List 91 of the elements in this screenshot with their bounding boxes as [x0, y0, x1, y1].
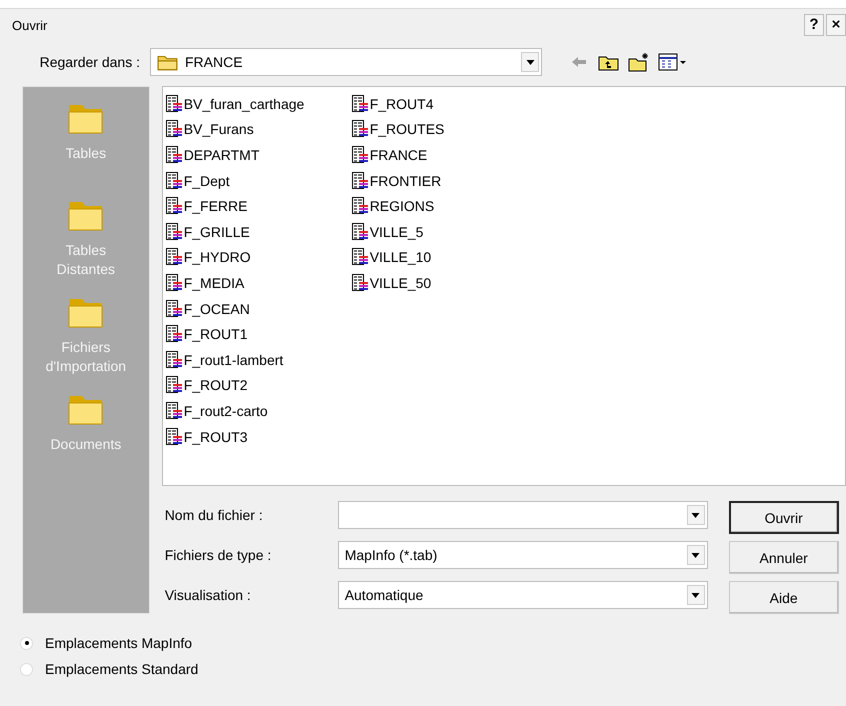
sidebar-item-label: Tables Distantes — [56, 241, 116, 279]
file-item[interactable]: VILLE_10 — [352, 244, 538, 270]
file-item[interactable]: BV_Furans — [166, 116, 352, 142]
table-file-icon — [166, 94, 182, 113]
table-file-icon — [352, 120, 368, 138]
table-file-icon — [352, 222, 368, 241]
file-name: F_rout2-carto — [184, 402, 268, 419]
file-name: F_ROUT2 — [184, 377, 248, 394]
table-file-icon — [166, 274, 182, 292]
field-label: Nom du fichier : — [164, 507, 264, 523]
file-item[interactable]: VILLE_5 — [352, 218, 538, 245]
file-name: F_rout1-lambert — [184, 352, 284, 368]
file-name: VILLE_50 — [370, 274, 432, 291]
file-name: REGIONS — [370, 198, 434, 214]
file-item[interactable]: F_ROUT4 — [352, 91, 538, 117]
table-file-icon — [352, 274, 368, 292]
dialog-button[interactable]: Annuler — [728, 541, 839, 574]
file-item[interactable]: F_ROUT3 — [166, 424, 352, 450]
radio-label: Emplacements MapInfo — [45, 635, 192, 651]
file-name: VILLE_5 — [370, 224, 424, 240]
radio-button[interactable] — [20, 636, 33, 650]
table-file-icon — [166, 197, 182, 216]
dropdown-field[interactable] — [338, 501, 708, 529]
file-item[interactable]: F_GRILLE — [166, 218, 352, 245]
table-file-icon — [166, 172, 182, 190]
table-file-icon — [352, 146, 368, 164]
file-item[interactable]: FRANCE — [352, 142, 538, 168]
file-item[interactable]: F_FERRE — [166, 193, 352, 219]
file-name: F_OCEAN — [184, 300, 250, 317]
table-file-icon — [352, 172, 368, 190]
dropdown-field[interactable]: MapInfo (*.tab) — [338, 541, 708, 569]
table-file-icon — [166, 402, 182, 420]
sidebar-item-label: Fichiers d'Importation — [44, 338, 128, 376]
table-file-icon — [166, 120, 182, 138]
file-item[interactable]: REGIONS — [352, 193, 538, 219]
file-name: F_MEDIA — [184, 274, 244, 291]
file-name: BV_Furans — [184, 121, 254, 138]
file-item[interactable]: F_ROUTES — [352, 116, 538, 142]
file-name: F_ROUTES — [370, 121, 444, 138]
file-item[interactable]: BV_furan_carthage — [166, 91, 352, 117]
file-name: F_HYDRO — [184, 249, 251, 266]
table-file-icon — [166, 325, 182, 344]
file-name: DEPARTMT — [184, 146, 260, 163]
table-file-icon — [166, 248, 182, 266]
file-item[interactable]: FRONTIER — [352, 168, 538, 194]
table-file-icon — [166, 300, 182, 318]
file-item[interactable]: DEPARTMT — [166, 142, 352, 168]
file-item[interactable]: F_rout1-lambert — [166, 346, 352, 373]
radio-label: Emplacements Standard — [45, 661, 198, 677]
file-name: BV_furan_carthage — [184, 96, 304, 112]
look-in-label: Regarder dans : — [38, 54, 140, 70]
sidebar-item-label: Tables — [64, 144, 108, 163]
file-name: F_ROUT3 — [184, 428, 248, 445]
file-name: F_ROUT1 — [184, 326, 248, 342]
table-file-icon — [352, 248, 368, 266]
table-file-icon — [166, 222, 182, 241]
file-item[interactable]: F_rout2-carto — [166, 398, 352, 424]
file-name: F_Dept — [184, 172, 230, 189]
file-item[interactable]: F_HYDRO — [166, 244, 352, 270]
file-name: F_GRILLE — [184, 224, 250, 240]
table-file-icon — [166, 350, 182, 369]
look-in-dropdown[interactable]: FRANCE — [150, 48, 542, 76]
table-file-icon — [352, 197, 368, 216]
folder-icon — [157, 53, 179, 71]
new-folder-icon[interactable] — [628, 52, 650, 72]
file-name: F_ROUT4 — [370, 96, 434, 112]
file-name: F_FERRE — [184, 198, 248, 214]
file-item[interactable]: F_OCEAN — [166, 296, 352, 322]
file-name: VILLE_10 — [370, 249, 432, 266]
view-menu-icon[interactable] — [658, 52, 688, 72]
dropdown-field[interactable]: Automatique — [338, 581, 708, 609]
file-item[interactable]: F_ROUT2 — [166, 372, 352, 398]
dialog-button[interactable]: Aide — [728, 581, 839, 614]
radio-button[interactable] — [20, 662, 33, 676]
dialog-button[interactable]: Ouvrir — [728, 501, 839, 534]
file-name: FRONTIER — [370, 172, 442, 189]
table-file-icon — [166, 376, 182, 394]
file-item[interactable]: F_MEDIA — [166, 270, 352, 296]
file-name: FRANCE — [370, 146, 428, 163]
sidebar-item-label: Documents — [49, 435, 122, 454]
help-button[interactable]: ? — [804, 14, 824, 36]
window-title: Ouvrir — [12, 18, 48, 32]
file-item[interactable]: F_ROUT1 — [166, 321, 352, 347]
table-file-icon — [166, 146, 182, 164]
file-item[interactable]: F_Dept — [166, 168, 352, 194]
table-file-icon — [166, 428, 182, 446]
file-item[interactable]: VILLE_50 — [352, 270, 538, 296]
field-label: Fichiers de type : — [164, 547, 272, 563]
table-file-icon — [352, 94, 368, 113]
close-button[interactable]: × — [826, 14, 846, 36]
field-label: Visualisation : — [164, 587, 252, 603]
